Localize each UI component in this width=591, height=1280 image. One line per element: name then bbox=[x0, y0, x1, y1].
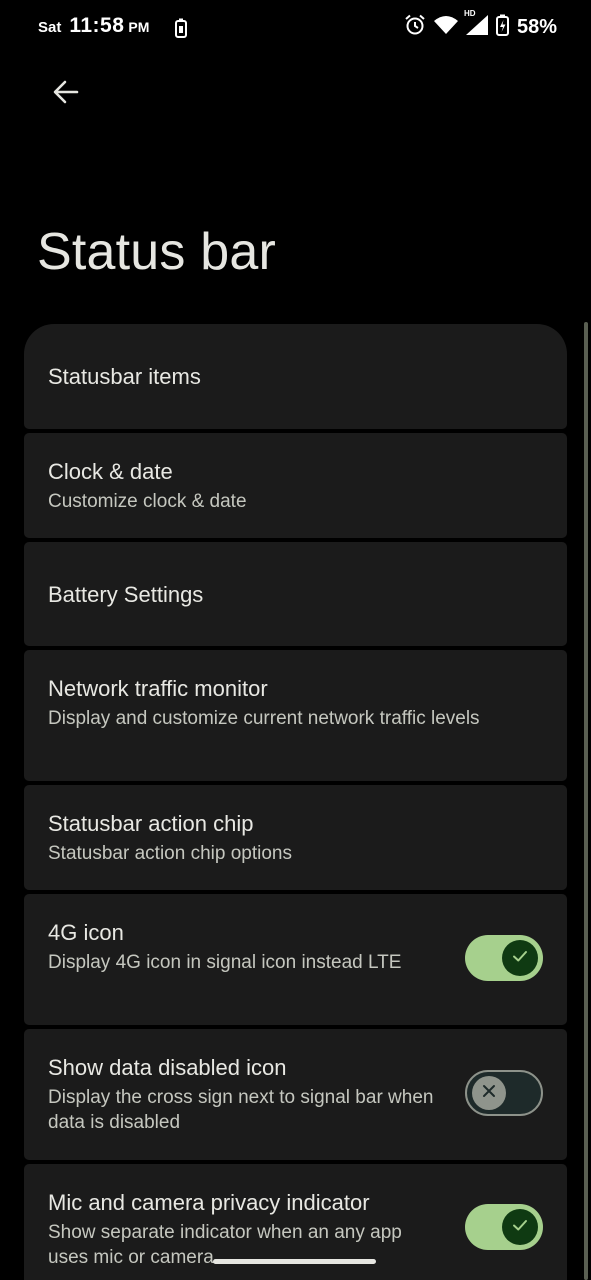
battery-saver-icon bbox=[174, 18, 188, 43]
pref-network-traffic-monitor[interactable]: Network traffic monitor Display and cust… bbox=[24, 650, 567, 781]
toggle-privacy-indicator[interactable] bbox=[465, 1204, 543, 1250]
pref-show-data-disabled-icon[interactable]: Show data disabled icon Display the cros… bbox=[24, 1029, 567, 1160]
battery-percent: 58% bbox=[516, 16, 557, 38]
page-title: Status bar bbox=[37, 223, 277, 281]
pref-summary: Display the cross sign next to signal ba… bbox=[48, 1087, 434, 1133]
pref-clock-date[interactable]: Clock & date Customize clock & date bbox=[24, 433, 567, 538]
system-status-bar: Sat 11:58 PM HD 58% bbox=[0, 0, 591, 58]
toggle-4g-icon[interactable] bbox=[465, 935, 543, 981]
toggle-data-disabled-icon[interactable] bbox=[465, 1070, 543, 1116]
back-button[interactable] bbox=[46, 74, 86, 114]
status-icons: HD 58% bbox=[404, 9, 557, 41]
pref-title: Statusbar action chip bbox=[48, 811, 254, 836]
wifi-icon bbox=[433, 15, 458, 40]
pref-4g-icon[interactable]: 4G icon Display 4G icon in signal icon i… bbox=[24, 894, 567, 1025]
signal-icon: HD bbox=[464, 9, 488, 40]
battery-charging-icon bbox=[495, 14, 509, 41]
arrow-back-icon bbox=[52, 78, 80, 111]
pref-statusbar-items[interactable]: Statusbar items bbox=[24, 324, 567, 429]
switch-thumb bbox=[502, 940, 538, 976]
pref-title: Network traffic monitor bbox=[48, 676, 268, 701]
scrollbar[interactable] bbox=[584, 322, 588, 1280]
check-icon bbox=[511, 947, 529, 970]
check-icon bbox=[511, 1216, 529, 1239]
switch-thumb bbox=[472, 1076, 506, 1110]
close-icon bbox=[481, 1083, 497, 1104]
gesture-nav-handle[interactable] bbox=[213, 1259, 376, 1264]
pref-statusbar-action-chip[interactable]: Statusbar action chip Statusbar action c… bbox=[24, 785, 567, 890]
alarm-icon bbox=[404, 14, 426, 41]
switch-thumb bbox=[502, 1209, 538, 1245]
network-badge: HD bbox=[463, 9, 476, 18]
status-ampm: PM bbox=[128, 19, 150, 35]
pref-summary: Display and customize current network tr… bbox=[48, 708, 480, 729]
pref-summary: Statusbar action chip options bbox=[48, 843, 292, 864]
pref-title: Statusbar items bbox=[48, 364, 201, 389]
pref-title: Battery Settings bbox=[48, 582, 204, 607]
pref-summary: Display 4G icon in signal icon instead L… bbox=[48, 952, 402, 973]
clock: Sat 11:58 PM bbox=[38, 14, 149, 38]
status-day: Sat bbox=[38, 19, 62, 36]
pref-title: Clock & date bbox=[48, 459, 173, 484]
pref-battery-settings[interactable]: Battery Settings bbox=[24, 542, 567, 646]
pref-summary: Customize clock & date bbox=[48, 491, 247, 512]
status-time: 11:58 bbox=[69, 14, 125, 37]
